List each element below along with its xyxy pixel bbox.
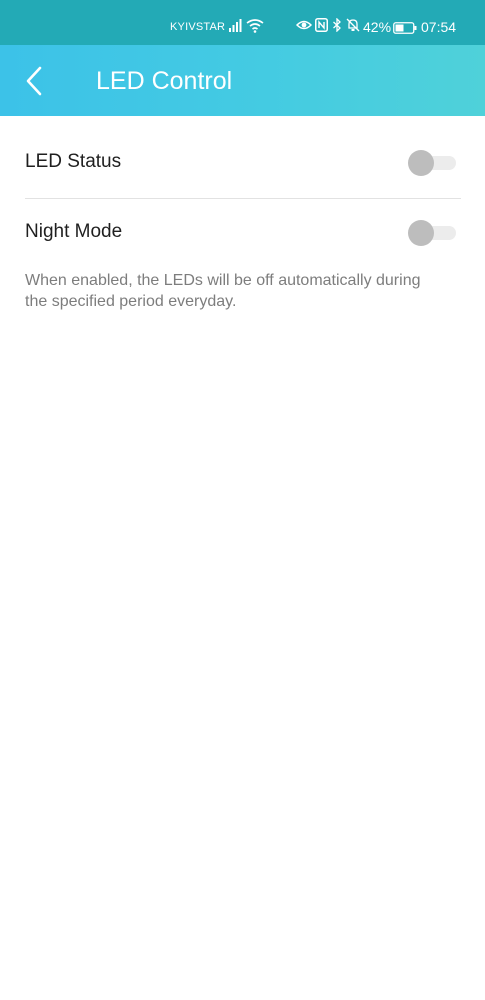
led-status-label: LED Status [25, 151, 122, 172]
status-bar: KYIVSTAR 42% 07:54 [0, 0, 485, 45]
toggle-knob [408, 220, 434, 246]
led-status-row: LED Status [25, 138, 461, 188]
back-button[interactable] [22, 65, 50, 97]
mute-bell-icon [346, 18, 360, 37]
night-mode-description: When enabled, the LEDs will be off autom… [25, 272, 421, 310]
night-mode-toggle[interactable] [408, 220, 456, 246]
app-header: LED Control [0, 45, 485, 116]
toggle-knob [408, 150, 434, 176]
led-status-toggle[interactable] [408, 150, 456, 176]
battery-percentage: 42% [363, 19, 392, 35]
clock: 07:54 [421, 19, 457, 35]
led-control-screen: KYIVSTAR 42% 07:54 LED Control LED Statu… [0, 0, 485, 1000]
eye-icon [295, 18, 313, 37]
night-mode-row: Night Mode [25, 208, 461, 258]
battery-icon [393, 21, 417, 39]
signal-icon [229, 18, 243, 37]
nfc-icon [315, 18, 328, 37]
bluetooth-icon [332, 17, 342, 37]
wifi-icon [246, 18, 264, 38]
divider [25, 198, 461, 199]
carrier-name: KYIVSTAR [170, 21, 226, 33]
night-mode-label: Night Mode [25, 221, 123, 242]
chevron-left-icon [26, 66, 42, 96]
page-title: LED Control [96, 67, 233, 95]
